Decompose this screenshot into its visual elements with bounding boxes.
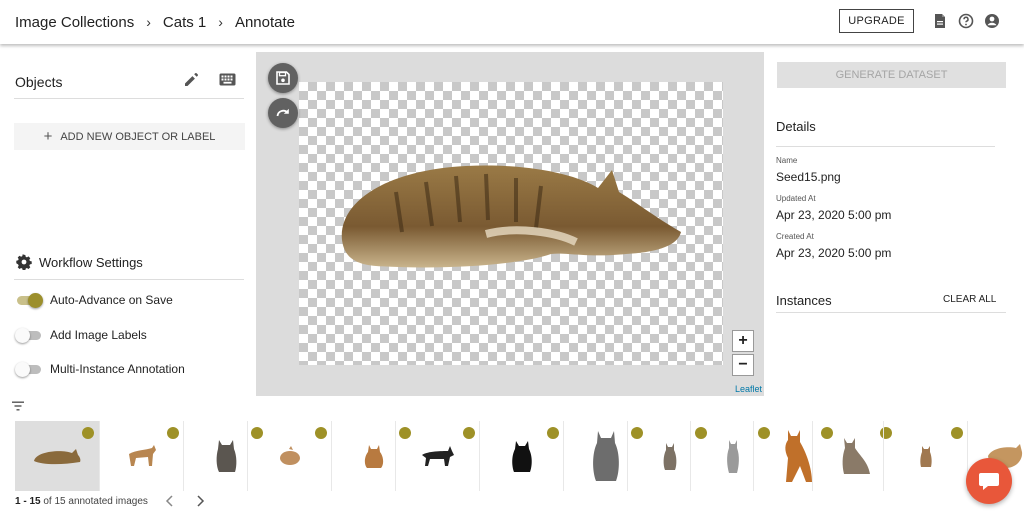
document-icon[interactable] <box>932 13 948 29</box>
account-icon[interactable] <box>984 13 1000 29</box>
objects-title: Objects <box>15 74 63 90</box>
clear-all-button[interactable]: CLEAR ALL <box>943 294 996 305</box>
cat-thumbnail-image <box>422 446 454 466</box>
cat-thumbnail-image <box>216 440 237 472</box>
filter-icon[interactable] <box>12 401 24 411</box>
breadcrumb-separator: › <box>218 14 223 30</box>
save-button[interactable] <box>268 63 298 93</box>
annotated-indicator <box>547 427 559 439</box>
multi-instance-toggle[interactable] <box>15 361 43 377</box>
keyboard-icon[interactable] <box>219 73 236 86</box>
add-image-labels-toggle-row: Add Image Labels <box>15 327 147 343</box>
annotated-indicator <box>951 427 963 439</box>
toggle-label: Auto-Advance on Save <box>50 293 173 307</box>
annotation-canvas[interactable]: + − Leaflet <box>256 52 764 396</box>
chat-button[interactable] <box>966 458 1012 504</box>
updated-at-label: Updated At <box>776 194 816 203</box>
updated-at-value: Apr 23, 2020 5:00 pm <box>776 208 892 222</box>
instances-title: Instances <box>776 293 832 308</box>
cat-thumbnail-image <box>34 449 81 465</box>
name-label: Name <box>776 156 798 165</box>
pagination-summary: 1 - 15 of 15 annotated images <box>15 496 148 507</box>
add-image-labels-toggle[interactable] <box>15 327 43 343</box>
auto-advance-toggle[interactable] <box>15 292 43 308</box>
redo-icon <box>276 108 289 117</box>
annotated-indicator <box>463 427 475 439</box>
cat-thumbnail-image <box>593 431 619 481</box>
breadcrumb-annotate: Annotate <box>234 13 295 31</box>
image-thumbnail[interactable] <box>15 421 99 491</box>
toggle-label: Add Image Labels <box>50 328 147 342</box>
cat-thumbnail-image <box>512 441 532 472</box>
breadcrumb-image-collections[interactable]: Image Collections <box>15 14 134 31</box>
zoom-in-button[interactable]: + <box>732 330 754 352</box>
add-object-button[interactable]: + ADD NEW OBJECT OR LABEL <box>14 123 245 150</box>
name-value: Seed15.png <box>776 170 841 184</box>
gear-icon <box>16 254 32 270</box>
breadcrumb-cats-1[interactable]: Cats 1 <box>163 14 206 31</box>
divider <box>776 146 995 147</box>
generate-dataset-button[interactable]: GENERATE DATASET <box>777 62 1006 88</box>
details-panel: GENERATE DATASET Details Name Seed15.png… <box>764 52 1024 396</box>
details-title: Details <box>776 119 816 134</box>
next-page-icon[interactable] <box>195 495 205 507</box>
image-thumbnail[interactable] <box>480 421 564 491</box>
cat-thumbnail-image <box>129 445 156 466</box>
annotated-indicator <box>315 427 327 439</box>
created-at-value: Apr 23, 2020 5:00 pm <box>776 246 892 260</box>
help-icon[interactable] <box>958 13 974 29</box>
cat-thumbnail-image <box>364 445 384 468</box>
breadcrumb: Image Collections › Cats 1 › Annotate <box>15 14 295 31</box>
divider <box>14 98 244 99</box>
upgrade-button[interactable]: UPGRADE <box>839 9 914 33</box>
leaflet-attribution-link[interactable]: Leaflet <box>735 384 762 394</box>
breadcrumb-separator: › <box>146 14 151 30</box>
plus-icon: + <box>43 128 53 145</box>
annotated-indicator <box>167 427 179 439</box>
annotated-indicator <box>82 427 94 439</box>
divider <box>776 312 1006 313</box>
add-object-label: ADD NEW OBJECT OR LABEL <box>60 130 216 143</box>
workflow-settings-title: Workflow Settings <box>39 255 143 270</box>
top-header: Image Collections › Cats 1 › Annotate UP… <box>0 0 1024 44</box>
previous-page-icon[interactable] <box>165 495 175 507</box>
cat-image <box>341 165 681 268</box>
created-at-label: Created At <box>776 232 814 241</box>
auto-advance-toggle-row: Auto-Advance on Save <box>15 292 173 308</box>
cat-thumbnail-image <box>727 440 739 473</box>
image-strip: 1 - 15 of 15 annotated images <box>0 396 1024 513</box>
multi-instance-toggle-row: Multi-Instance Annotation <box>15 361 185 377</box>
image-thumbnail[interactable] <box>248 421 332 491</box>
cat-thumbnail-image <box>842 438 870 474</box>
image-thumbnail[interactable] <box>396 421 480 491</box>
cat-thumbnail-image <box>280 446 300 465</box>
chat-icon <box>979 473 999 490</box>
pagination-range: 1 - 15 <box>15 496 41 507</box>
cat-thumbnail-image <box>785 430 812 482</box>
save-icon <box>276 71 290 85</box>
zoom-out-button[interactable]: − <box>732 354 754 376</box>
redo-button[interactable] <box>268 98 298 128</box>
cat-thumbnail-image <box>920 446 932 467</box>
toggle-label: Multi-Instance Annotation <box>50 362 185 376</box>
cat-thumbnail-image <box>663 443 677 470</box>
divider <box>14 279 244 280</box>
objects-panel: Objects + ADD NEW OBJECT OR LABEL Workfl… <box>0 52 256 396</box>
pencil-icon[interactable] <box>183 72 199 88</box>
image-thumbnail[interactable] <box>100 421 184 491</box>
image-thumbnail[interactable] <box>884 421 968 491</box>
pagination-total: of 15 annotated images <box>40 496 148 507</box>
